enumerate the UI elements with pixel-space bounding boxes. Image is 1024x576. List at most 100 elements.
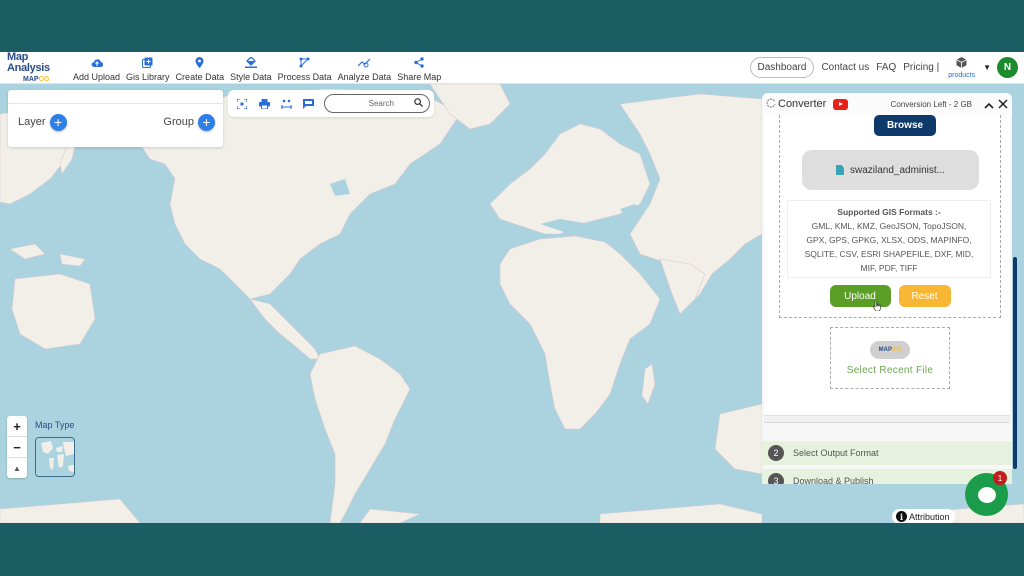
nav-label: Create Data <box>175 71 225 82</box>
map-toolbar: Search <box>228 90 434 117</box>
dashboard-button[interactable]: Dashboard <box>749 57 815 78</box>
step-select-output-format[interactable]: 2 Select Output Format <box>762 441 1012 465</box>
selected-file-chip: swaziland_administ... <box>802 150 979 190</box>
focus-icon[interactable] <box>234 96 250 112</box>
hand-cursor-icon <box>873 301 881 311</box>
nav-label: Add Upload <box>73 71 121 82</box>
panel-scrollbar[interactable] <box>1013 257 1017 469</box>
nav-share-map[interactable]: Share Map <box>394 57 444 84</box>
recent-logo-main: MAP <box>878 346 892 353</box>
faq-link[interactable]: FAQ <box>876 62 896 73</box>
print-icon[interactable] <box>256 96 272 112</box>
map-search-input[interactable]: Search <box>324 94 430 113</box>
compass-north-button[interactable]: ▲ <box>7 458 27 478</box>
location-pin-icon <box>193 57 207 69</box>
share-icon <box>412 57 426 69</box>
close-icon[interactable] <box>998 98 1008 111</box>
nav-analyze-data[interactable]: Analyze Data <box>335 57 395 84</box>
products-menu[interactable]: products <box>948 56 976 79</box>
contact-link[interactable]: Contact us <box>821 62 869 73</box>
logo-title: Map Analysis <box>7 52 50 74</box>
measure-icon[interactable] <box>278 96 294 112</box>
map-type-label: Map Type <box>35 420 75 430</box>
add-layer-button[interactable]: + <box>49 113 67 131</box>
map-type-thumbnail[interactable] <box>35 437 75 477</box>
attribution-button[interactable]: i Attribution <box>892 509 955 523</box>
add-group-button[interactable]: + <box>198 113 215 131</box>
user-avatar[interactable]: N <box>997 57 1018 78</box>
reset-button[interactable]: Reset <box>898 285 951 307</box>
formats-line: GPX, GPS, GPKG, XLSX, ODS, MAPINFO, <box>806 235 972 245</box>
pricing-link[interactable]: Pricing | <box>903 62 939 73</box>
group-label: Group <box>163 116 194 128</box>
nav-add-upload[interactable]: Add Upload <box>70 57 123 84</box>
caret-down-icon[interactable]: ▼ <box>983 63 991 72</box>
analyze-icon <box>357 57 371 69</box>
conversion-left-status: Conversion Left - 2 GB <box>890 99 972 109</box>
cloud-upload-icon <box>90 57 104 69</box>
upload-actions: Upload Reset <box>780 285 1000 307</box>
map-app: Map Analysis MAPOG Add Upload Gis Librar… <box>0 52 1024 523</box>
nav-style-data[interactable]: Style Data <box>227 57 275 84</box>
nav-process-data[interactable]: Process Data <box>275 57 335 84</box>
search-placeholder: Search <box>368 99 394 108</box>
cube-icon <box>956 56 967 71</box>
zoom-controls: + − ▲ <box>7 416 27 478</box>
paint-bucket-icon <box>244 57 258 69</box>
formats-heading: Supported GIS Formats :- <box>837 207 941 217</box>
browse-button[interactable]: Browse <box>874 115 936 136</box>
layer-control: Layer + <box>18 113 67 131</box>
main-nav: Add Upload Gis Library Create Data Style… <box>70 52 444 84</box>
layer-group-panel: Layer + Group + <box>8 90 223 147</box>
nav-create-data[interactable]: Create Data <box>173 57 228 84</box>
formats-line: SQLITE, CSV, ESRI SHAPEFILE, DXF, MID, <box>804 249 974 259</box>
upload-button[interactable]: Upload <box>829 285 891 307</box>
zoom-out-button[interactable]: − <box>7 437 27 458</box>
step-number: 2 <box>768 445 784 461</box>
products-label: products <box>948 71 976 79</box>
logo-subtitle: MAPOG <box>23 76 49 83</box>
chat-widget-button[interactable]: 1 <box>965 471 1008 516</box>
converter-panel: Converter Conversion Left - 2 GB Browse … <box>762 93 1012 484</box>
map-type-preview <box>36 438 74 476</box>
select-recent-label: Select Recent File <box>846 364 934 376</box>
collapse-chevron-up-icon[interactable] <box>984 98 994 111</box>
logo[interactable]: Map Analysis MAPOG <box>0 52 70 83</box>
right-nav: Dashboard Contact us FAQ Pricing | produ… <box>749 56 1024 79</box>
youtube-icon[interactable] <box>833 98 849 110</box>
section-divider <box>764 415 1010 423</box>
converter-header: Converter Conversion Left - 2 GB <box>762 93 1012 115</box>
nav-label: Style Data <box>230 71 272 82</box>
converter-title: Converter <box>778 98 827 110</box>
zoom-in-button[interactable]: + <box>7 416 27 437</box>
refresh-icon <box>766 98 776 111</box>
layer-label: Layer <box>18 116 46 128</box>
recent-logo-accent: OG <box>892 346 902 353</box>
step-1-upload-section: Browse swaziland_administ... Supported G… <box>764 115 1010 415</box>
formats-line: GML, KML, KMZ, GeoJSON, TopoJSON, <box>811 221 967 231</box>
file-dropzone[interactable]: Browse swaziland_administ... Supported G… <box>779 115 1001 318</box>
supported-formats-box: Supported GIS Formats :- GML, KML, KMZ, … <box>787 200 991 278</box>
top-navbar: Map Analysis MAPOG Add Upload Gis Librar… <box>0 52 1024 84</box>
logo-sub-main: MAP <box>23 76 39 83</box>
chat-notification-badge: 1 <box>993 471 1007 485</box>
logo-sub-accent: OG <box>38 76 50 83</box>
layer-group-row: Layer + Group + <box>8 104 223 140</box>
library-icon <box>141 57 155 69</box>
process-icon <box>298 57 312 69</box>
nav-label: Analyze Data <box>337 71 392 82</box>
step-label: Select Output Format <box>793 448 879 458</box>
nav-gis-library[interactable]: Gis Library <box>123 57 173 84</box>
mapog-cloud-logo: MAP OG <box>870 340 910 359</box>
panel-header-strip <box>8 90 223 104</box>
formats-line: MIF, PDF, TIFF <box>860 263 918 273</box>
chat-bubble-icon <box>977 486 996 503</box>
comment-icon[interactable] <box>300 96 316 112</box>
attribution-label: Attribution <box>909 511 950 522</box>
step-number: 3 <box>768 473 784 484</box>
step-label: Download & Publish <box>793 476 874 484</box>
select-recent-file-button[interactable]: MAP OG Select Recent File <box>830 327 950 389</box>
nav-label: Share Map <box>397 71 442 82</box>
info-icon: i <box>896 511 907 522</box>
search-icon[interactable] <box>414 98 423 109</box>
